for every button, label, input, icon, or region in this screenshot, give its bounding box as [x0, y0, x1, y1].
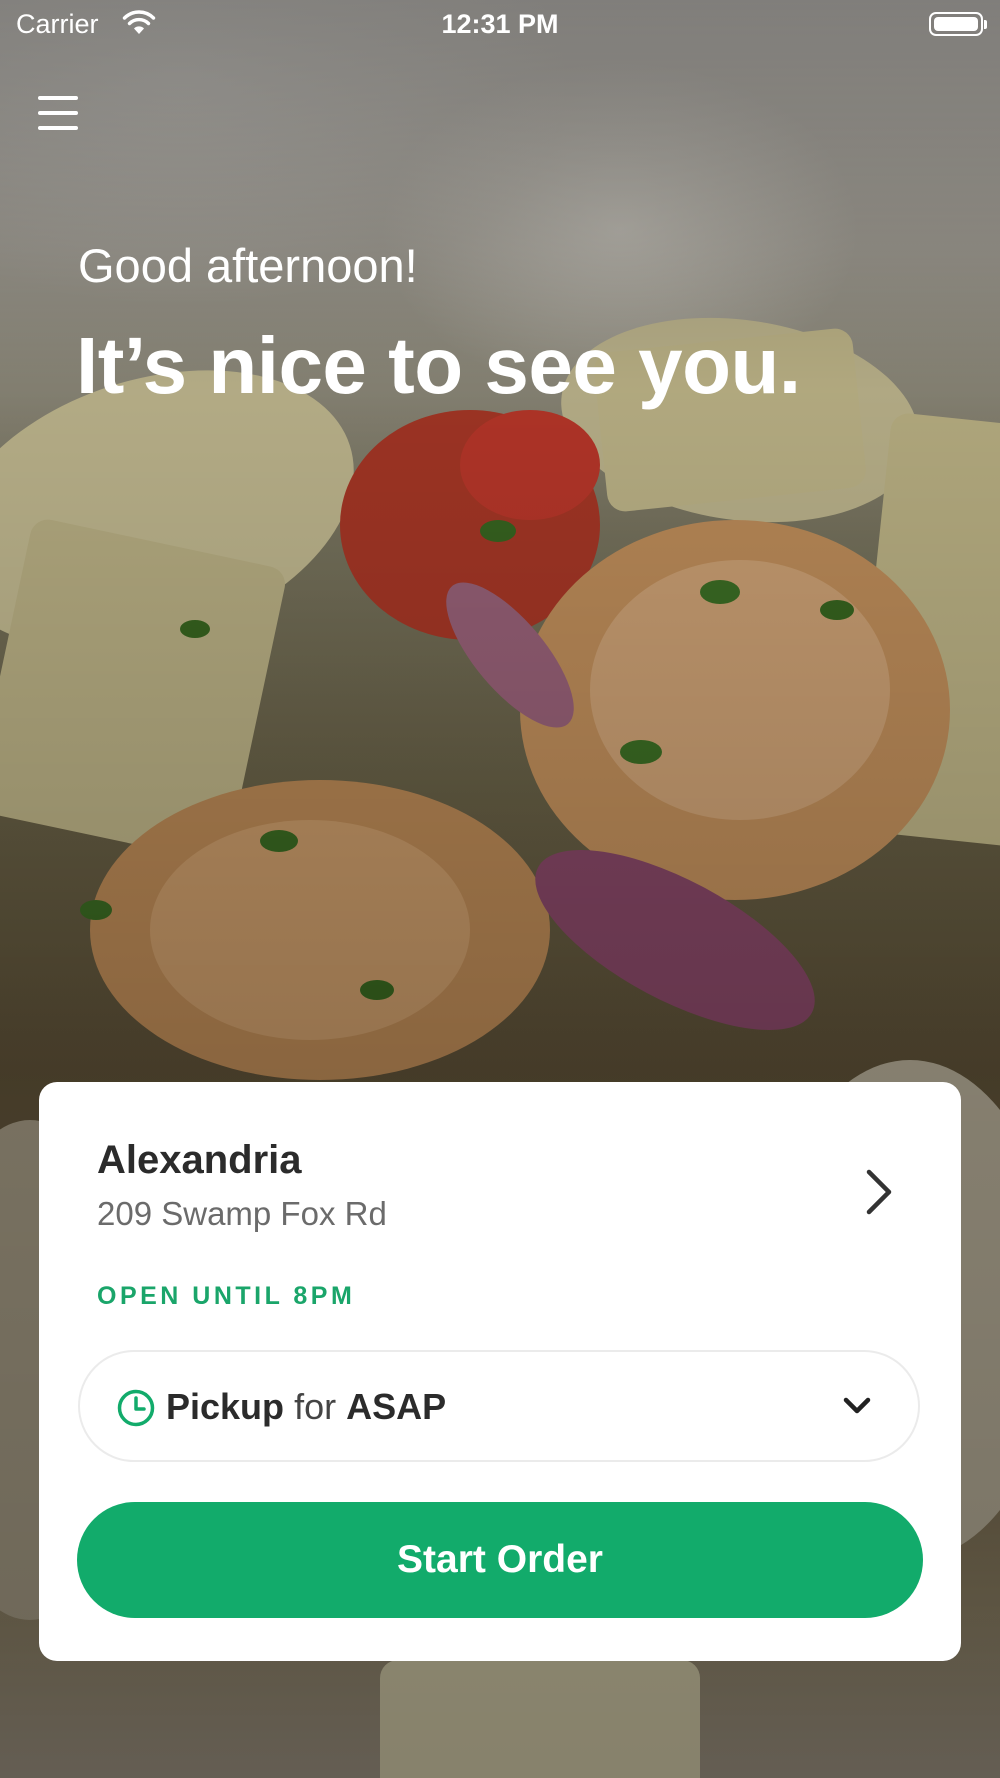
order-mode-time: ASAP [346, 1386, 447, 1427]
chevron-down-icon[interactable] [842, 1394, 872, 1418]
battery-icon [929, 12, 987, 36]
order-mode-selector[interactable]: Pickup for ASAP [78, 1350, 920, 1462]
status-bar: Carrier 12:31 PM [0, 0, 1000, 50]
start-order-button[interactable]: Start Order [77, 1502, 923, 1618]
hamburger-menu-icon[interactable] [38, 94, 78, 132]
greeting-subtitle: Good afternoon! [78, 239, 418, 292]
chevron-right-icon[interactable] [859, 1164, 899, 1220]
status-time: 12:31 PM [441, 9, 559, 39]
order-mode-label: Pickup for ASAP [166, 1386, 446, 1428]
greeting-title: It’s nice to see you. [76, 321, 801, 410]
location-address[interactable]: 209 Swamp Fox Rd [97, 1195, 387, 1233]
open-hours-badge: OPEN UNTIL 8PM [97, 1282, 356, 1310]
clock-icon [116, 1388, 156, 1428]
location-card: Alexandria 209 Swamp Fox Rd OPEN UNTIL 8… [39, 1082, 961, 1661]
order-mode-connector: for [294, 1386, 337, 1427]
location-name[interactable]: Alexandria [97, 1138, 302, 1183]
order-mode-type: Pickup [166, 1386, 285, 1427]
